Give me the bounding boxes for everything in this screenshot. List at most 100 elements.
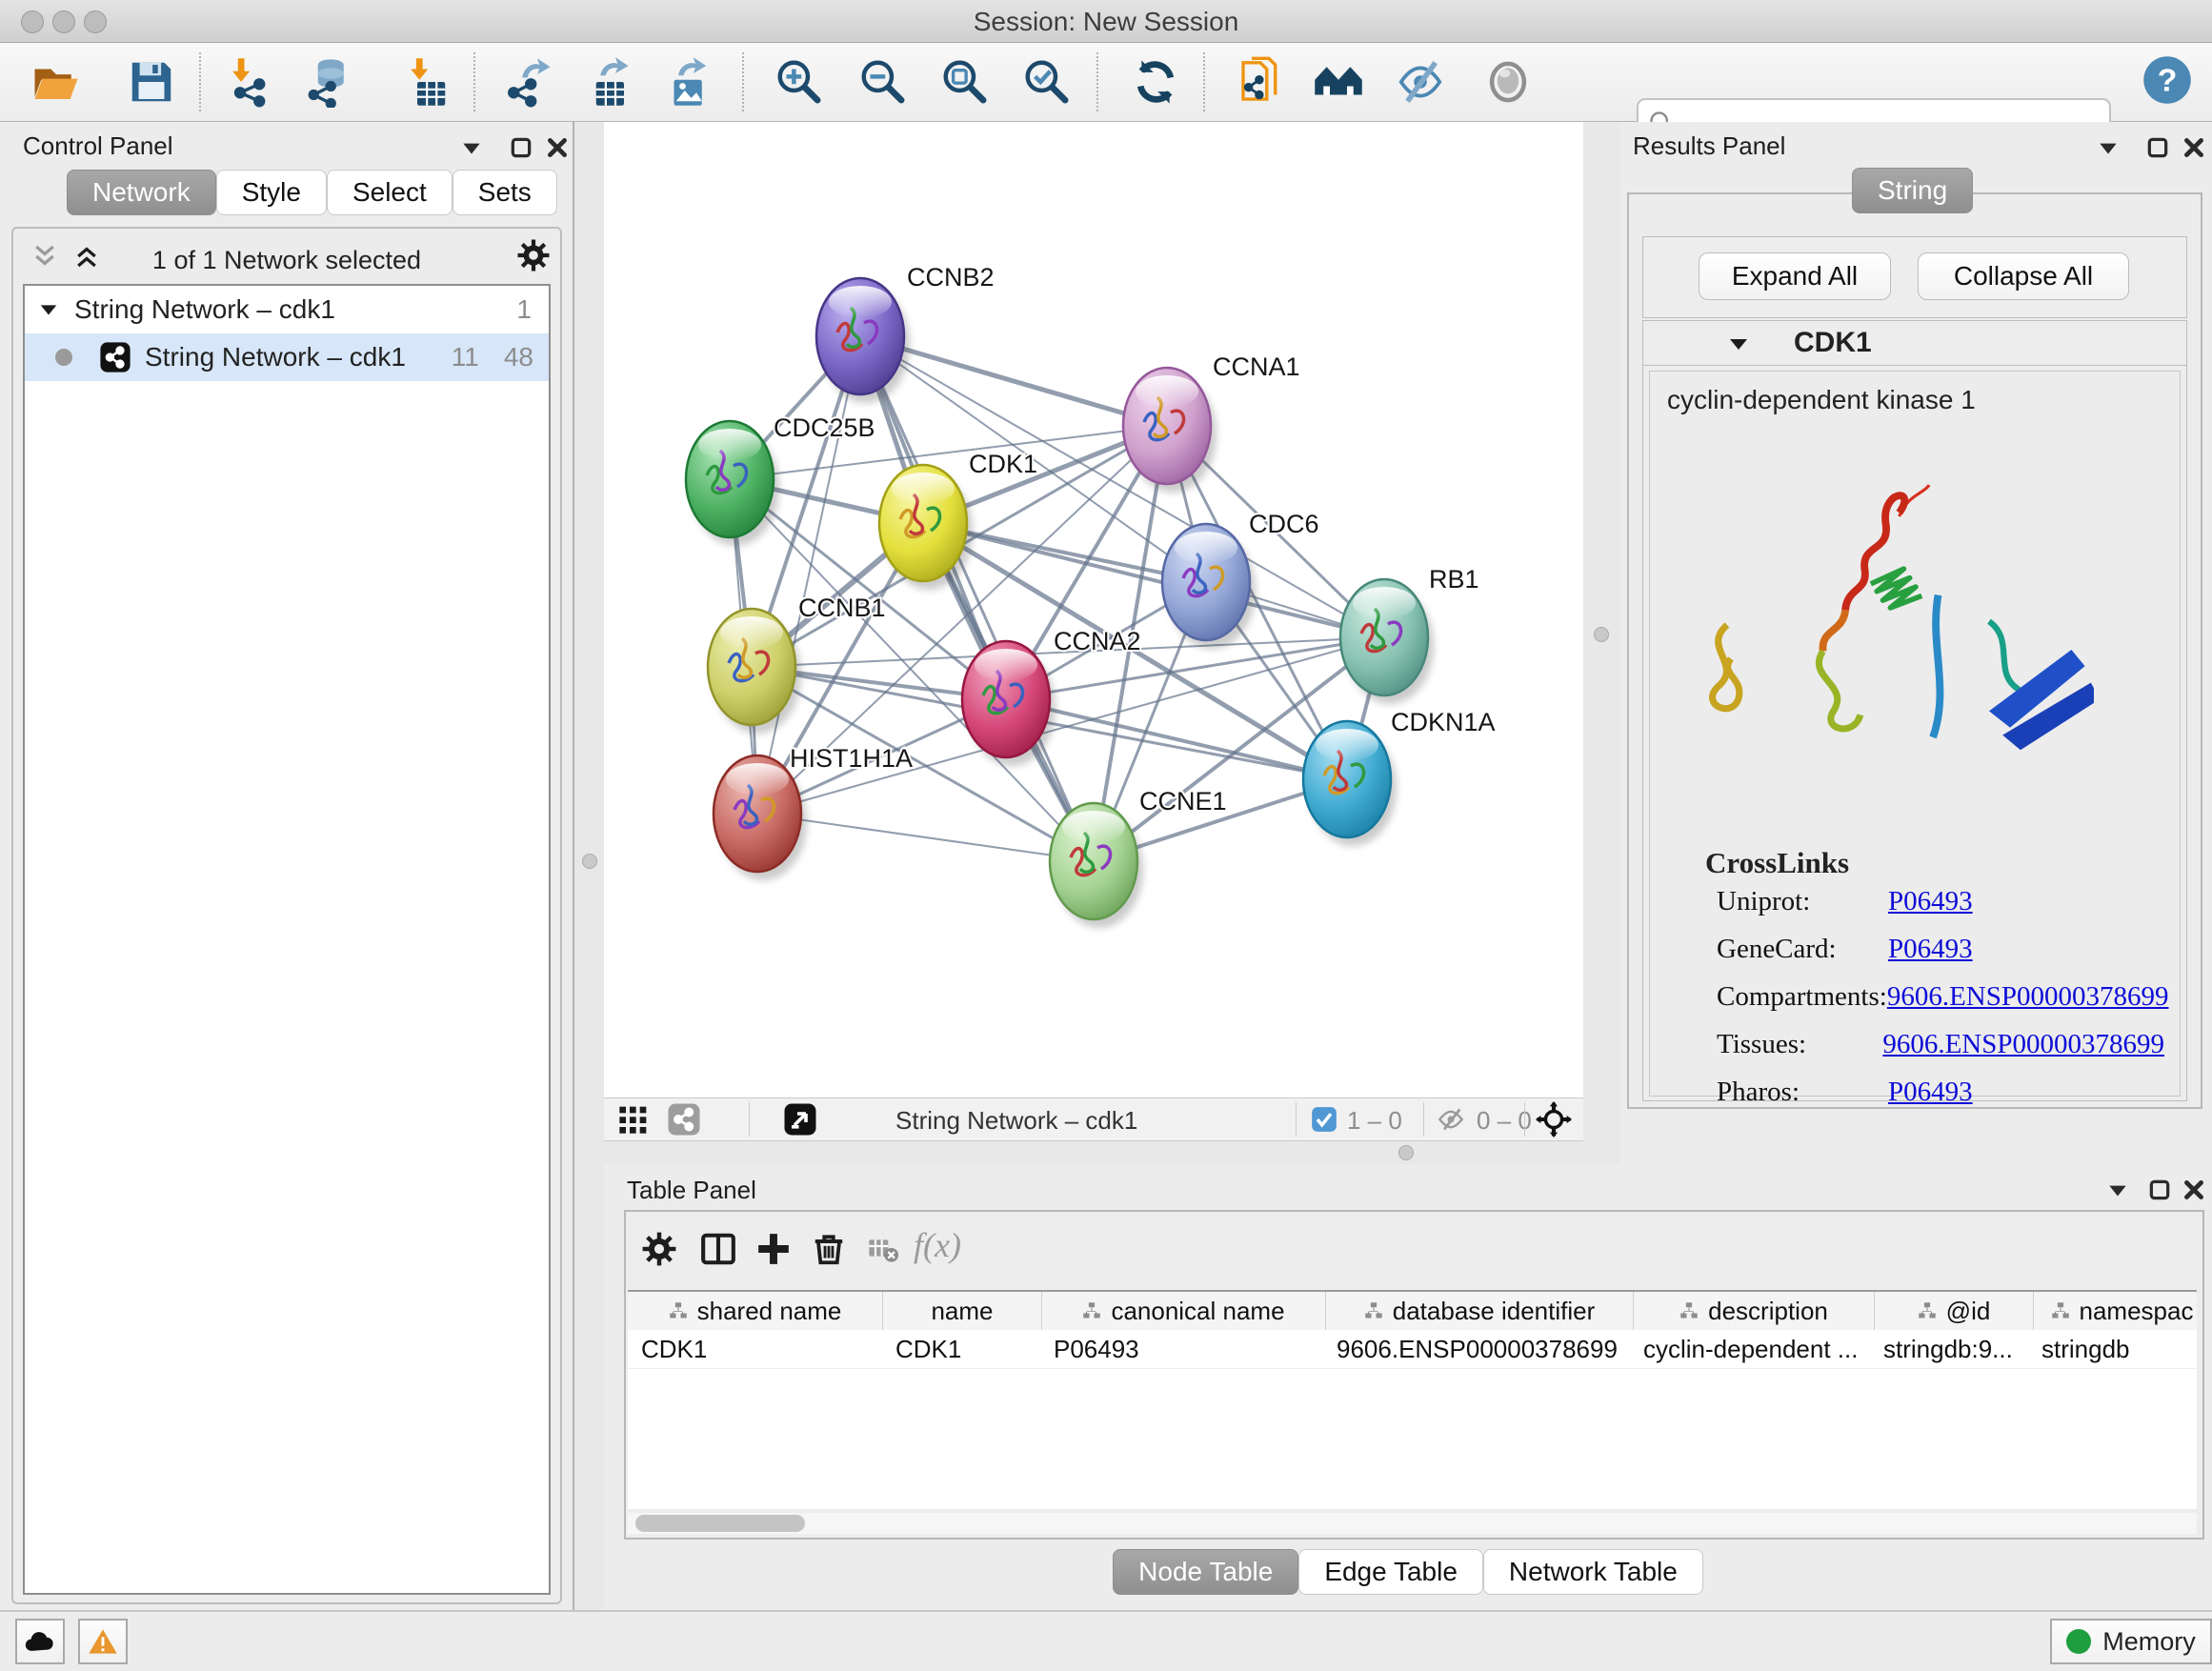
home-icon[interactable] [1313, 56, 1364, 108]
toolbar-separator [742, 52, 744, 111]
table-options-gear-icon[interactable] [641, 1231, 677, 1267]
footer-separator [749, 1102, 750, 1137]
zoom-out-icon[interactable] [857, 56, 909, 108]
crosslink-value-link[interactable]: P06493 [1888, 934, 1973, 965]
selected-checkbox-icon[interactable] [1311, 1106, 1337, 1133]
node-label-cdc6: CDC6 [1249, 510, 1319, 538]
memory-button[interactable]: Memory [2050, 1619, 2212, 1664]
column-header-database-identifier[interactable]: database identifier [1326, 1292, 1634, 1330]
show-graphics-icon[interactable] [1482, 56, 1534, 108]
grid-view-icon[interactable] [617, 1104, 650, 1135]
column-header-shared-name[interactable]: shared name [628, 1292, 883, 1330]
right-splitter-knob[interactable] [1594, 627, 1609, 642]
network-node-cdc6[interactable]: CDC6 [1162, 510, 1319, 649]
detach-view-icon[interactable] [783, 1102, 817, 1137]
expand-all-button[interactable]: Expand All [1699, 252, 1891, 300]
table-row[interactable]: CDK1CDK1P064939606.ENSP00000378699cyclin… [628, 1330, 2197, 1369]
column-header-namespac[interactable]: namespac [2034, 1292, 2197, 1330]
cloud-status-button[interactable] [15, 1619, 65, 1664]
warning-status-button[interactable] [78, 1619, 128, 1664]
maximize-panel-icon[interactable] [2147, 1178, 2172, 1202]
export-html-icon[interactable] [1235, 56, 1286, 108]
network-node-ccnb1[interactable]: CCNB1 [708, 594, 886, 734]
bottom-splitter-knob[interactable] [1398, 1145, 1414, 1160]
show-columns-icon[interactable] [700, 1231, 736, 1267]
crosslink-value-link[interactable]: P06493 [1888, 1077, 1973, 1108]
export-network-icon[interactable] [503, 56, 554, 108]
network-options-gear-icon[interactable] [516, 238, 551, 272]
control-panel: Control Panel NetworkStyleSelectSets 1 o… [0, 122, 574, 1610]
column-header--id[interactable]: @id [1875, 1292, 2034, 1330]
crosslink-value-link[interactable]: P06493 [1888, 886, 1973, 917]
column-header-label: description [1708, 1297, 1828, 1326]
network-view-canvas[interactable]: CCNB2CCNA1CDC25BCDK1CDC6RB1CCNB1CCNA2CDK… [604, 122, 1583, 1097]
right-splitter[interactable] [1583, 122, 1619, 1164]
zoom-fit-icon[interactable] [939, 56, 991, 108]
network-node-ccna1[interactable]: CCNA1 [1123, 352, 1300, 493]
network-node-ccnb2[interactable]: CCNB2 [816, 263, 995, 403]
network-node-cdkn1a[interactable]: CDKN1A [1303, 708, 1496, 846]
zoom-selected-icon[interactable] [1021, 56, 1073, 108]
main-toolbar: ? [0, 43, 2212, 123]
column-header-name[interactable]: name [883, 1292, 1042, 1330]
tab-style[interactable]: Style [216, 170, 327, 215]
table-hscrollbar-thumb[interactable] [635, 1515, 805, 1532]
close-panel-icon[interactable] [545, 135, 570, 160]
import-database-icon[interactable] [303, 56, 354, 108]
fit-content-crosshair-icon[interactable] [1536, 1101, 1572, 1137]
help-icon[interactable]: ? [2142, 54, 2193, 106]
close-panel-icon[interactable] [2182, 1178, 2206, 1202]
save-icon[interactable] [126, 56, 177, 108]
maximize-panel-icon[interactable] [509, 135, 533, 160]
toolbar-separator [1096, 52, 1098, 111]
network-tree-child-row[interactable]: String Network – cdk1 11 48 [25, 333, 549, 381]
crosslink-value-link[interactable]: 9606.ENSP00000378699 [1887, 981, 2169, 1013]
add-column-icon[interactable] [755, 1231, 792, 1267]
tab-string-results[interactable]: String [1852, 168, 1973, 213]
string-view-icon[interactable] [667, 1102, 701, 1137]
selected-node-edge-counts: 1 – 0 [1347, 1106, 1402, 1136]
left-splitter-knob[interactable] [582, 854, 597, 869]
tab-network-table[interactable]: Network Table [1483, 1549, 1703, 1595]
collapse-all-button[interactable]: Collapse All [1918, 252, 2129, 300]
refresh-icon[interactable] [1130, 56, 1181, 108]
results-buttons-box: Expand All Collapse All [1642, 236, 2187, 318]
float-panel-icon[interactable] [2096, 135, 2121, 160]
node-label-ccnb2: CCNB2 [907, 263, 995, 292]
table-hscrollbar[interactable] [628, 1513, 2197, 1534]
tab-network[interactable]: Network [67, 170, 216, 215]
network-node-hist1h1a[interactable]: HIST1H1A [714, 744, 913, 880]
tab-sets[interactable]: Sets [452, 170, 557, 215]
export-image-icon[interactable] [661, 56, 713, 108]
protein-entry-header[interactable]: CDK1 [1643, 321, 2186, 366]
float-panel-icon[interactable] [2105, 1178, 2130, 1202]
zoom-in-icon[interactable] [774, 56, 825, 108]
tab-node-table[interactable]: Node Table [1113, 1549, 1298, 1595]
tab-select[interactable]: Select [327, 170, 452, 215]
open-folder-icon[interactable] [30, 56, 82, 108]
maximize-panel-icon[interactable] [2145, 135, 2170, 160]
network-node-ccne1[interactable]: CCNE1 [1050, 787, 1227, 928]
column-header-description[interactable]: description [1634, 1292, 1875, 1330]
import-table-icon[interactable] [400, 56, 452, 108]
import-network-icon[interactable] [223, 56, 274, 108]
entry-collapse-icon[interactable] [1727, 332, 1750, 355]
hide-graphics-icon[interactable] [1395, 56, 1446, 108]
export-table-icon[interactable] [581, 56, 633, 108]
delete-column-icon[interactable] [811, 1231, 847, 1267]
tree-expand-icon[interactable] [38, 299, 59, 320]
float-panel-icon[interactable] [459, 135, 484, 160]
tab-edge-table[interactable]: Edge Table [1298, 1549, 1483, 1595]
protein-entry-card: CDK1 cyclin-dependent kinase 1 CrossLink… [1642, 320, 2187, 1101]
network-node-cdc25b[interactable]: CDC25B [686, 413, 875, 546]
column-header-canonical-name[interactable]: canonical name [1042, 1292, 1326, 1330]
network-selection-status: 1 of 1 Network selected [13, 246, 560, 275]
results-panel: Results Panel String Expand All Collapse… [1619, 122, 2212, 1164]
network-node-rb1[interactable]: RB1 [1340, 565, 1479, 704]
network-node-cdk1[interactable]: CDK1 [879, 450, 1037, 590]
table-cell: cyclin-dependent ... [1630, 1330, 1870, 1368]
close-panel-icon[interactable] [2182, 135, 2206, 160]
toolbar-separator [1203, 52, 1205, 111]
crosslink-value-link[interactable]: 9606.ENSP00000378699 [1882, 1029, 2164, 1060]
network-tree-root-row[interactable]: String Network – cdk1 1 [25, 286, 549, 333]
